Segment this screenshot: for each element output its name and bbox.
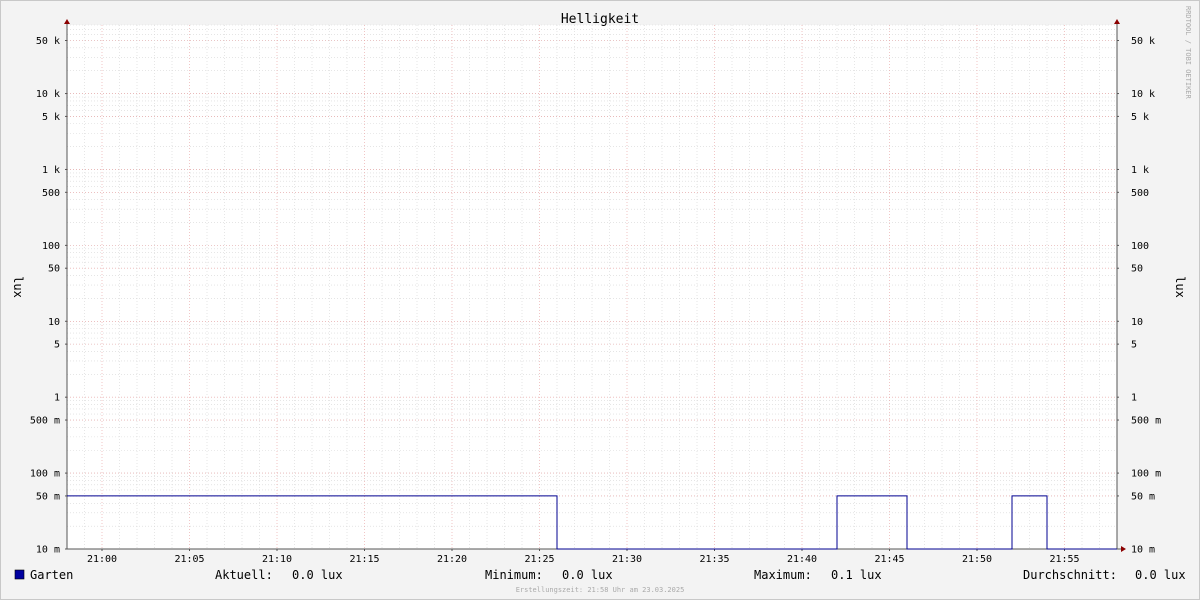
y-tick-label-left: 100 m: [30, 469, 60, 480]
legend-aktuell-label: Aktuell:: [215, 568, 273, 582]
y-tick-label-left: 50 m: [36, 491, 60, 502]
y-axis-label-left: lux: [11, 276, 25, 298]
x-axis-arrow: [1121, 546, 1126, 552]
legend-minimum-value: 0.0 lux: [562, 568, 613, 582]
y-tick-label-left: 1: [54, 393, 60, 404]
x-tick-label: 21:20: [437, 554, 467, 565]
y-tick-label-left: 5: [54, 340, 60, 351]
x-tick-label: 21:50: [962, 554, 992, 565]
y-tick-label-left: 50 k: [36, 36, 60, 47]
x-tick-label: 21:45: [874, 554, 904, 565]
legend-series-name: Garten: [30, 568, 73, 582]
legend-aktuell-value: 0.0 lux: [292, 568, 343, 582]
legend-maximum-label: Maximum:: [754, 568, 812, 582]
y-axis-arrow-right: [1114, 19, 1120, 24]
x-tick-label: 21:30: [612, 554, 642, 565]
y-tick-label-left: 1 k: [42, 165, 60, 176]
legend-swatch: [14, 569, 25, 580]
legend-maximum-value: 0.1 lux: [831, 568, 882, 582]
brightness-chart: 10 m 10 m 50 m 50 m 100 m 100 m 500 m 500 m 1 1 5 5…: [11, 6, 1192, 594]
x-tick-label: 21:40: [787, 554, 817, 565]
footer-timestamp: Erstellungszeit: 21:58 Uhr am 23.03.2025: [516, 586, 685, 594]
y-tick-label-right: 50: [1131, 264, 1143, 275]
x-tick-label: 21:55: [1049, 554, 1079, 565]
y-tick-label-left: 50: [48, 264, 60, 275]
y-tick-label-right: 500 m: [1131, 416, 1161, 427]
y-tick-label-left: 500: [42, 188, 60, 199]
y-tick-label-right: 1 k: [1131, 165, 1149, 176]
y-tick-label-left: 10 k: [36, 89, 60, 100]
x-tick-label: 21:25: [524, 554, 554, 565]
y-tick-label-right: 10 k: [1131, 89, 1155, 100]
y-tick-label-left: 100: [42, 241, 60, 252]
y-tick-label-right: 1: [1131, 393, 1137, 404]
x-tick-label: 21:10: [262, 554, 292, 565]
y-axis-label-right: lux: [1173, 276, 1187, 298]
rrdtool-watermark: RRDTOOL / TOBI OETIKER: [1184, 6, 1192, 100]
legend-durchschnitt-value: 0.0 lux: [1135, 568, 1186, 582]
y-tick-label-right: 5 k: [1131, 112, 1149, 123]
y-tick-label-right: 5: [1131, 340, 1137, 351]
y-axis-arrow-left: [64, 19, 70, 24]
y-tick-label-right: 100: [1131, 241, 1149, 252]
x-tick-label: 21:05: [174, 554, 204, 565]
y-tick-label-right: 50 m: [1131, 491, 1155, 502]
y-tick-label-left: 5 k: [42, 112, 60, 123]
legend-minimum-label: Minimum:: [485, 568, 543, 582]
y-tick-label-left: 500 m: [30, 416, 60, 427]
legend-durchschnitt-label: Durchschnitt:: [1023, 568, 1117, 582]
y-tick-label-right: 100 m: [1131, 469, 1161, 480]
y-tick-label-right: 50 k: [1131, 36, 1155, 47]
y-tick-label-left: 10 m: [36, 545, 60, 556]
x-tick-label: 21:35: [699, 554, 729, 565]
x-tick-label: 21:00: [87, 554, 117, 565]
x-tick-label: 21:15: [349, 554, 379, 565]
y-tick-label-right: 10: [1131, 317, 1143, 328]
y-tick-label-right: 500: [1131, 188, 1149, 199]
y-tick-label-left: 10: [48, 317, 60, 328]
y-tick-label-right: 10 m: [1131, 545, 1155, 556]
chart-title: Helligkeit: [561, 12, 639, 27]
